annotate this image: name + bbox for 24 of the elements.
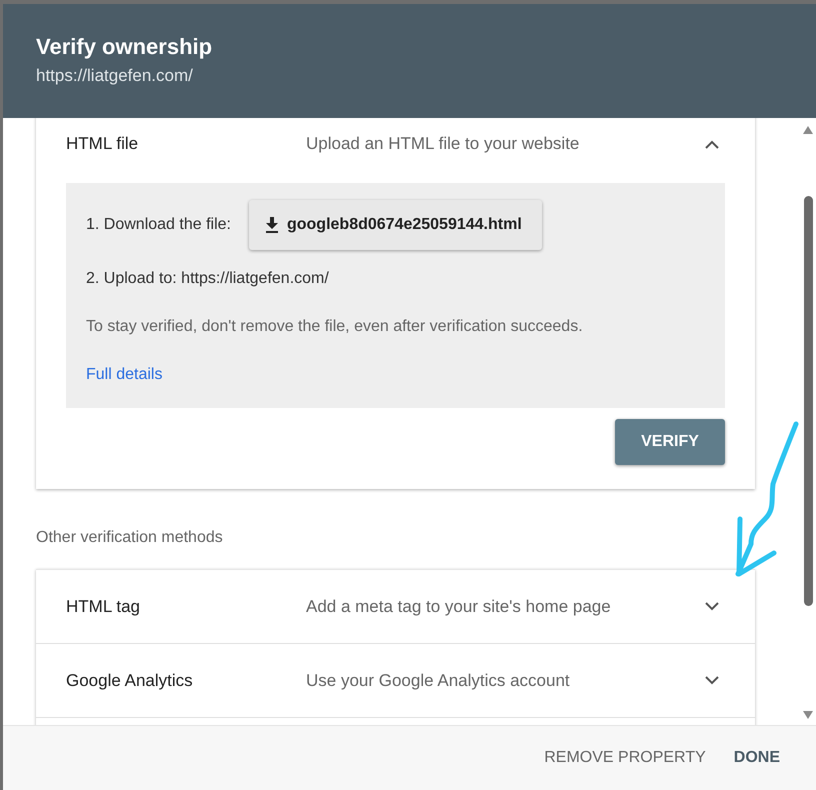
method-description: Upload an HTML file to your website xyxy=(306,134,580,154)
method-name: HTML file xyxy=(66,134,140,154)
step-label: 1. Download the file: xyxy=(86,216,231,234)
method-name: Google Analytics xyxy=(66,670,194,690)
scroll-up-icon[interactable] xyxy=(803,126,813,134)
method-name: HTML tag xyxy=(66,596,142,616)
chevron-down-icon[interactable] xyxy=(705,676,719,685)
download-button[interactable]: googleb8d0674e25059144.html xyxy=(248,200,542,250)
note-text: To stay verified, don't remove the file, even after verification succeeds. xyxy=(86,318,583,336)
details-link[interactable]: Full details xyxy=(86,366,162,384)
chevron-down-icon[interactable] xyxy=(705,602,719,611)
section-heading: Other verification methods xyxy=(36,529,223,547)
method-description: Add a meta tag to your site's home page xyxy=(306,596,612,616)
step-label: 2. Upload to: https://liatgefen.com/ xyxy=(86,270,329,288)
dialog-subtitle: https://liatgefen.com/ xyxy=(36,66,193,86)
dialog-title: Verify ownership xyxy=(36,34,212,60)
method-description: Use your Google Analytics account xyxy=(306,670,571,690)
download-icon xyxy=(264,217,279,233)
chevron-up-icon[interactable] xyxy=(705,140,719,149)
scroll-down-icon[interactable] xyxy=(803,711,813,719)
scrollbar-thumb[interactable] xyxy=(804,196,812,606)
verify-button[interactable]: VERIFY xyxy=(615,419,725,465)
remove-button[interactable]: REMOVE PROPERTY xyxy=(538,741,712,775)
done-button[interactable]: DONE xyxy=(728,741,786,775)
